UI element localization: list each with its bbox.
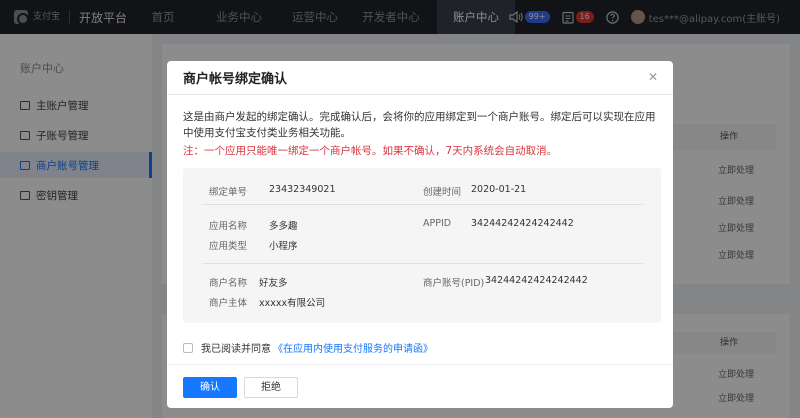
- app-name-label: 应用名称: [209, 221, 248, 232]
- bind-confirm-dialog: 商户帐号绑定确认 ✕ 这是由商户发起的绑定确认。完成确认后，会将你的应用绑定到一…: [167, 61, 673, 408]
- pid-label: 商户账号(PID): [423, 278, 485, 289]
- dialog-warning: 注：一个应用只能唯一绑定一个商户帐号。如果不确认，7天内系统会自动取消。: [183, 145, 558, 157]
- bind-no-label: 绑定单号: [209, 187, 248, 198]
- merchant-subject-label: 商户主体: [209, 298, 248, 309]
- app-type-value: 小程序: [269, 241, 298, 252]
- created-time-value: 2020-01-21: [471, 184, 527, 195]
- agree-text: 我已阅读并同意: [201, 344, 271, 355]
- dialog-intro: 这是由商户发起的绑定确认。完成确认后，会将你的应用绑定到一个商户账号。绑定后可以…: [183, 111, 656, 139]
- app-name-value: 多多趣: [269, 221, 298, 232]
- close-icon[interactable]: ✕: [647, 71, 659, 83]
- info-divider: [203, 263, 643, 264]
- bind-no-value: 23432349021: [269, 184, 336, 195]
- appid-label: APPID: [423, 218, 452, 229]
- pid-value: 34244242424242442: [485, 275, 588, 286]
- agreement-row: 我已阅读并同意 《在应用内使用支付服务的申请函》: [183, 340, 433, 355]
- appid-value: 34244242424242442: [471, 218, 574, 229]
- dialog-title: 商户帐号绑定确认: [183, 72, 288, 87]
- footer-divider: [167, 364, 673, 365]
- info-divider: [203, 204, 643, 205]
- created-time-label: 创建时间: [423, 187, 462, 198]
- merchant-name-label: 商户名称: [209, 278, 248, 289]
- app-type-label: 应用类型: [209, 241, 248, 252]
- binding-info-panel: 绑定单号 23432349021 创建时间 2020-01-21 应用名称 多多…: [183, 168, 661, 323]
- agree-checkbox[interactable]: [183, 342, 193, 353]
- dialog-header: 商户帐号绑定确认 ✕: [167, 61, 673, 95]
- agreement-link[interactable]: 《在应用内使用支付服务的申请函》: [273, 340, 433, 355]
- merchant-subject-value: xxxxx有限公司: [259, 298, 326, 309]
- merchant-name-value: 好友多: [259, 278, 288, 289]
- reject-button[interactable]: 拒绝: [244, 377, 298, 398]
- confirm-button[interactable]: 确认: [183, 377, 237, 398]
